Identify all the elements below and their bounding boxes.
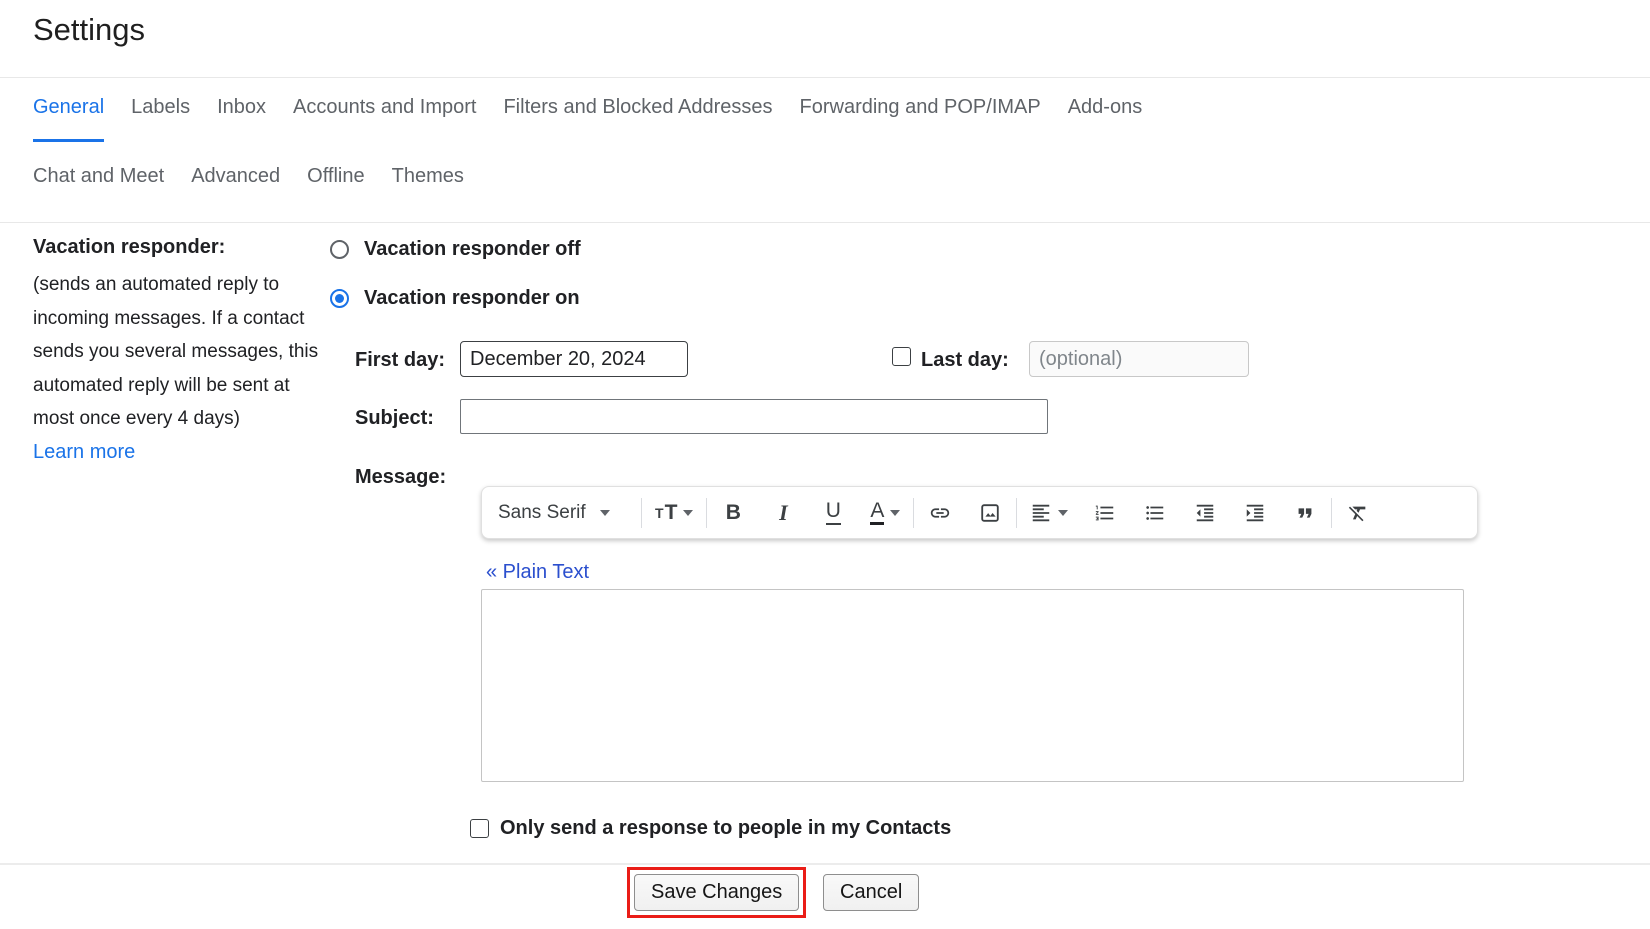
tab-add-ons[interactable]: Add-ons [1068,96,1143,139]
indent-decrease-icon [1197,504,1214,521]
vacation-responder-on-label: Vacation responder on [364,287,580,309]
message-formatting-toolbar: Sans Serif T T B I U A [481,486,1478,539]
toolbar-divider [1331,497,1333,528]
indent-less-button[interactable] [1192,495,1218,531]
vacation-responder-on-radio[interactable] [330,289,349,308]
footer-divider [0,863,1650,865]
italic-button[interactable]: I [770,495,796,531]
first-day-label: First day: [355,349,446,371]
message-body-textarea[interactable] [481,589,1464,782]
insert-image-button[interactable] [977,495,1003,531]
first-day-input[interactable] [460,341,688,377]
remove-formatting-icon [1349,506,1366,521]
tab-general[interactable]: General [33,96,105,142]
font-size-icon: T [655,504,664,521]
plain-text-link[interactable]: « Plain Text [486,561,589,584]
align-dropdown[interactable] [1030,495,1069,531]
contacts-only-label: Only send a response to people in my Con… [500,817,952,839]
tab-labels[interactable]: Labels [131,96,190,139]
vacation-responder-description: (sends an automated reply to incoming me… [33,274,319,429]
bulleted-list-button[interactable] [1142,495,1168,531]
vacation-responder-off-row: Vacation responder off [330,238,581,261]
insert-link-button[interactable] [927,495,953,531]
last-day-checkbox[interactable] [892,347,911,366]
tab-inbox[interactable]: Inbox [217,96,266,139]
underline-button[interactable]: U [820,495,846,531]
cancel-button[interactable]: Cancel [823,874,920,911]
last-day-input[interactable] [1029,341,1249,377]
tab-themes[interactable]: Themes [392,165,464,188]
tab-forwarding-and-pop-imap[interactable]: Forwarding and POP/IMAP [800,96,1041,139]
font-family-dropdown[interactable]: Sans Serif [498,495,628,531]
vacation-responder-off-label: Vacation responder off [364,238,581,260]
chevron-down-icon [599,509,610,516]
tab-advanced[interactable]: Advanced [191,165,280,188]
tab-filters-and-blocked-addresses[interactable]: Filters and Blocked Addresses [503,96,772,139]
chevron-down-icon [890,509,901,516]
message-label: Message: [355,466,447,488]
page-title: Settings [33,12,146,47]
vacation-responder-off-radio[interactable] [330,240,349,259]
chevron-down-icon [683,509,694,516]
settings-page: Settings General Labels Inbox Accounts a… [0,0,1650,929]
toolbar-divider [706,497,708,528]
vacation-responder-description-column: Vacation responder: (sends an automated … [33,236,329,469]
contacts-only-checkbox[interactable] [470,819,489,838]
numbered-list-icon [1096,505,1114,520]
tabs-divider [0,222,1650,223]
font-size-dropdown[interactable]: T T [655,495,694,531]
indent-more-button[interactable] [1242,495,1268,531]
settings-tabs-row2: Chat and Meet Advanced Offline Themes [33,165,464,188]
bold-button[interactable]: B [720,495,746,531]
header-divider [0,77,1650,78]
save-changes-button[interactable]: Save Changes [634,874,800,911]
tab-offline[interactable]: Offline [307,165,364,188]
toolbar-divider [1016,497,1018,528]
subject-label: Subject: [355,407,434,429]
save-changes-highlight-box: Save Changes [627,867,807,918]
font-family-value: Sans Serif [498,501,586,523]
numbered-list-button[interactable] [1092,495,1118,531]
tab-accounts-and-import[interactable]: Accounts and Import [293,96,476,139]
toolbar-divider [641,497,642,528]
last-day-label: Last day: [921,349,1009,371]
italic-icon: I [779,499,788,525]
bold-icon: B [725,500,741,524]
image-icon [981,503,1000,522]
quote-button[interactable] [1292,495,1318,531]
link-icon [931,507,950,518]
learn-more-link[interactable]: Learn more [33,436,135,470]
vacation-responder-on-row: Vacation responder on [330,287,580,310]
indent-increase-icon [1247,504,1264,521]
bulleted-list-icon [1146,505,1164,520]
underline-icon: U [825,500,841,525]
settings-tabs-row1: General Labels Inbox Accounts and Import… [33,96,1142,142]
toolbar-divider [913,497,915,528]
subject-input[interactable] [460,399,1048,434]
tab-chat-and-meet[interactable]: Chat and Meet [33,165,164,188]
text-color-dropdown[interactable]: A [870,495,901,531]
contacts-only-row: Only send a response to people in my Con… [470,817,951,840]
text-color-icon: A [870,499,885,526]
quote-icon [1298,507,1312,518]
vacation-responder-section-label: Vacation responder: [33,236,226,258]
align-left-icon [1033,504,1050,521]
remove-formatting-button[interactable] [1345,495,1371,531]
chevron-down-icon [1058,509,1069,516]
